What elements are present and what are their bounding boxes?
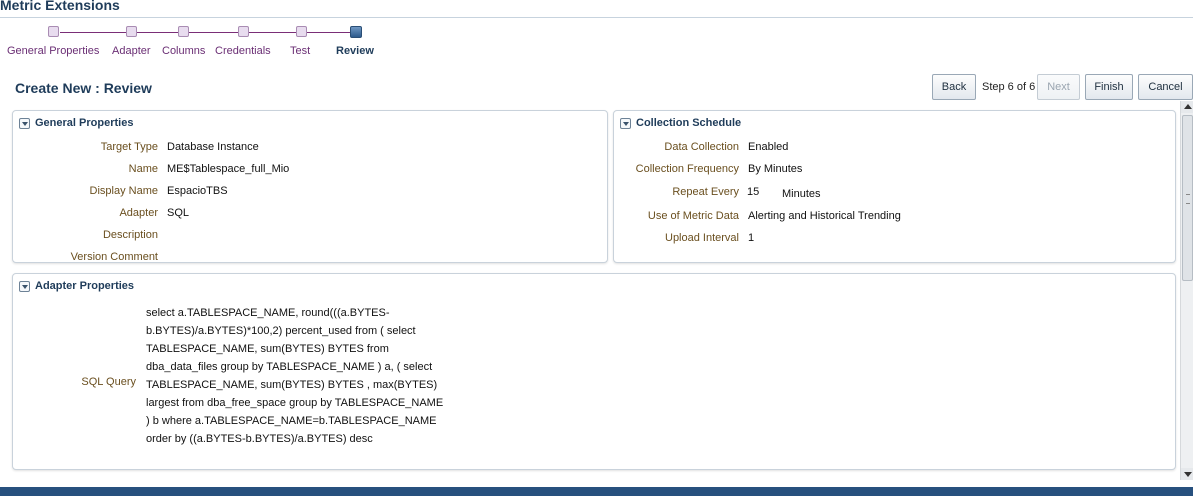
upload-interval-value: 1	[748, 232, 755, 244]
page-title: Create New : Review	[15, 80, 152, 96]
train-stop-columns[interactable]	[178, 26, 189, 37]
repeat-every-label: Repeat Every	[672, 186, 739, 198]
target-type-label: Target Type	[100, 141, 158, 153]
adapter-label: Adapter	[119, 207, 158, 219]
panel-title: Adapter Properties	[35, 280, 135, 292]
finish-button[interactable]: Finish	[1085, 74, 1133, 100]
adapter-value: SQL	[167, 207, 190, 219]
display-name-label: Display Name	[89, 185, 158, 197]
collapse-icon[interactable]	[620, 118, 631, 129]
upload-interval-label: Upload Interval	[665, 232, 739, 244]
general-properties-panel: General Properties Target Type Database …	[12, 110, 608, 263]
train-label-review: Review	[336, 45, 374, 57]
repeat-every-unit: Minutes	[782, 188, 821, 200]
adapter-properties-panel: Adapter Properties SQL Query select a.TA…	[12, 273, 1176, 470]
train-stop-review	[350, 26, 362, 38]
footer-bar	[0, 487, 1193, 496]
train-label-general-properties[interactable]: General Properties	[7, 45, 99, 57]
cancel-button[interactable]: Cancel	[1138, 74, 1193, 100]
sql-query-label: SQL Query	[81, 376, 136, 388]
panel-title: Collection Schedule	[636, 117, 742, 129]
target-type-value: Database Instance	[167, 141, 259, 153]
train-stop-test[interactable]	[296, 26, 307, 37]
step-indicator: Step 6 of 6	[982, 81, 1036, 93]
scroll-thumb[interactable]	[1182, 115, 1193, 281]
collection-frequency-label: Collection Frequency	[635, 163, 739, 175]
display-name-value: EspacioTBS	[167, 185, 228, 197]
description-label: Description	[102, 229, 158, 241]
scroll-down-icon[interactable]	[1181, 468, 1193, 480]
collection-schedule-panel: Collection Schedule Data Collection Enab…	[613, 110, 1176, 263]
train-label-test[interactable]: Test	[290, 45, 310, 57]
train-label-adapter[interactable]: Adapter	[112, 45, 151, 57]
train-label-credentials[interactable]: Credentials	[215, 45, 271, 57]
train-stop-adapter[interactable]	[126, 26, 137, 37]
vertical-scrollbar[interactable]	[1180, 101, 1193, 480]
train-connector	[60, 32, 356, 33]
repeat-every-value: 15	[747, 186, 760, 198]
data-collection-label: Data Collection	[664, 141, 739, 153]
app-title: Metric Extensions	[0, 0, 120, 13]
name-value: ME$Tablespace_full_Mio	[167, 163, 290, 175]
wizard-train: General Properties Adapter Columns Crede…	[0, 22, 400, 62]
panel-title: General Properties	[35, 117, 134, 129]
collapse-icon[interactable]	[19, 281, 30, 292]
next-button[interactable]: Next	[1037, 74, 1080, 100]
collection-frequency-value: By Minutes	[748, 163, 803, 175]
sql-query-value: select a.TABLESPACE_NAME, round(((a.BYTE…	[146, 307, 444, 445]
version-comment-label: Version Comment	[70, 251, 158, 263]
use-of-metric-data-label: Use of Metric Data	[647, 210, 739, 222]
use-of-metric-data-value: Alerting and Historical Trending	[748, 210, 901, 222]
back-button[interactable]: Back	[932, 74, 976, 100]
collapse-icon[interactable]	[19, 118, 30, 129]
name-label: Name	[128, 163, 158, 175]
title-divider	[0, 17, 1193, 18]
scroll-up-icon[interactable]	[1181, 101, 1193, 113]
grip-icon	[1186, 194, 1190, 204]
train-stop-general-properties[interactable]	[48, 26, 59, 37]
train-stop-credentials[interactable]	[238, 26, 249, 37]
data-collection-value: Enabled	[748, 141, 789, 153]
train-label-columns[interactable]: Columns	[162, 45, 205, 57]
